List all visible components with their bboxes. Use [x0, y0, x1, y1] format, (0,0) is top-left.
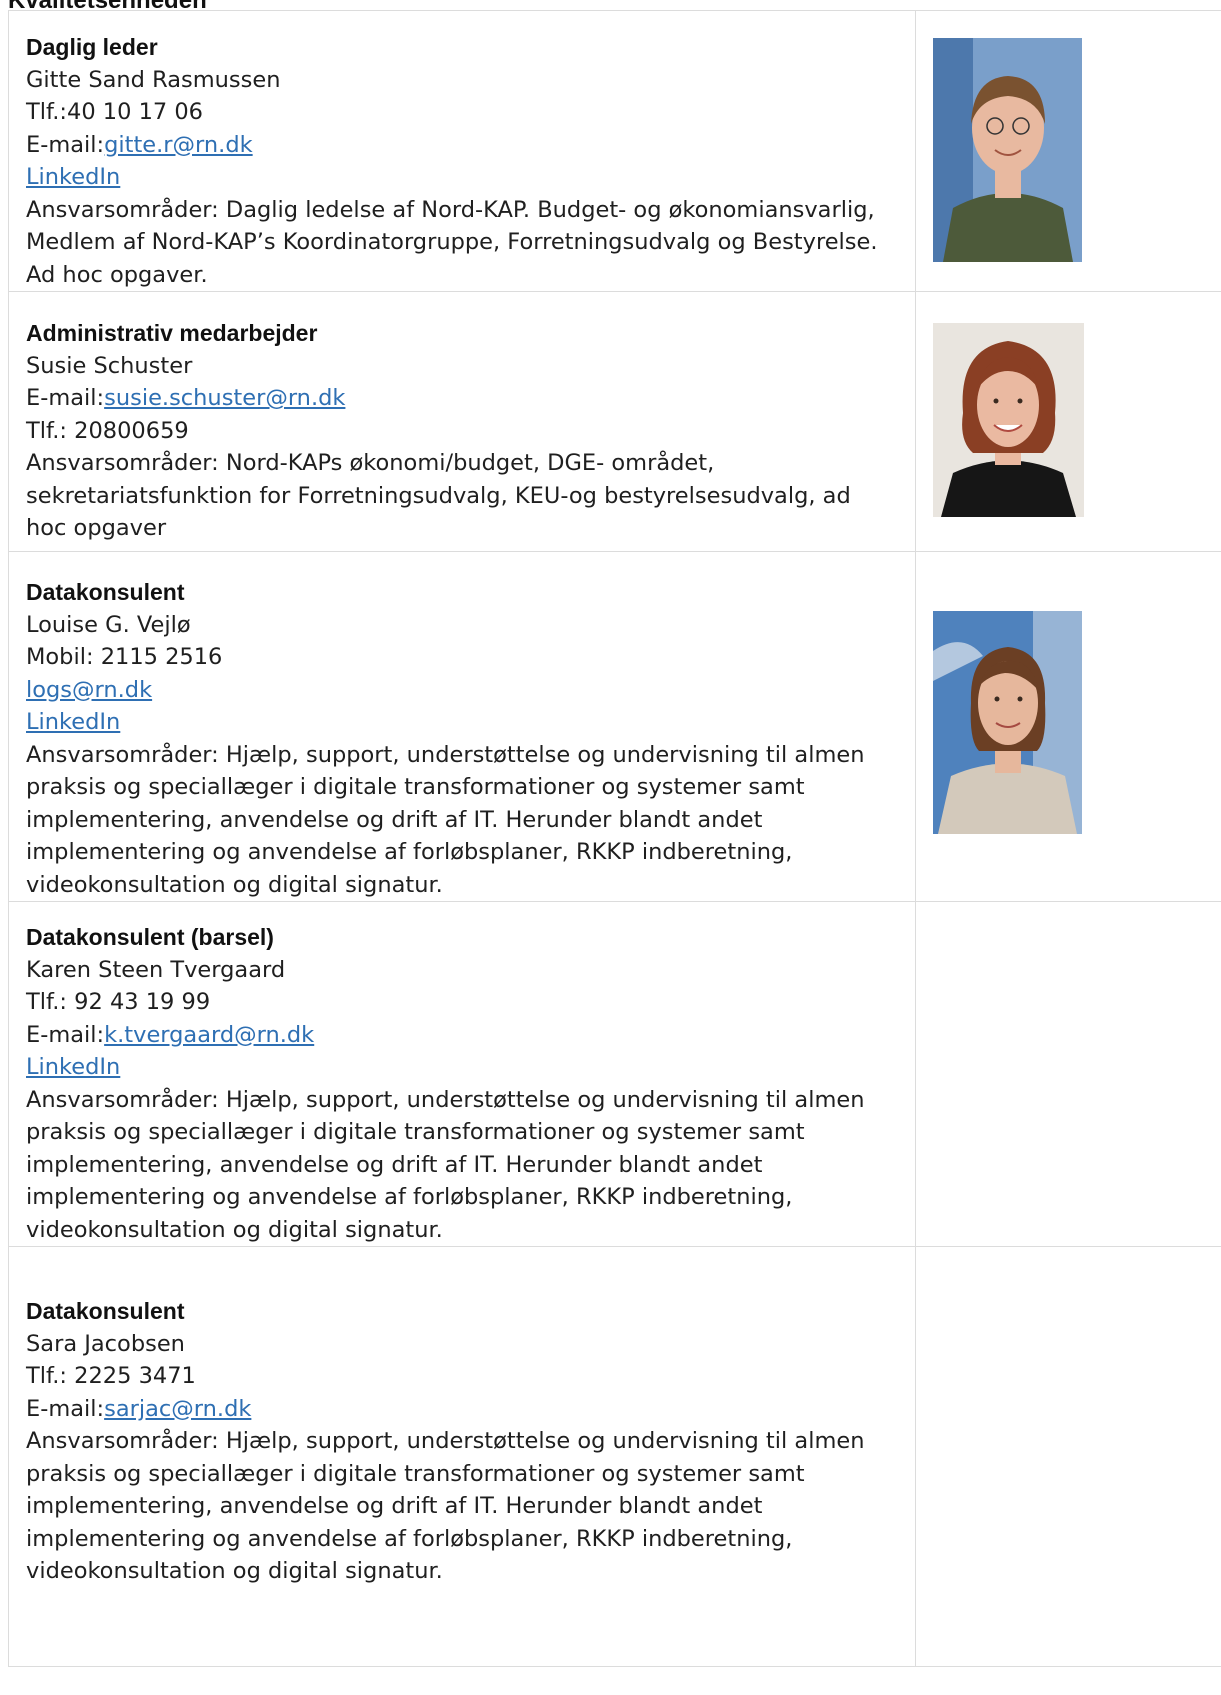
email-link[interactable]: susie.schuster@rn.dk	[104, 385, 345, 411]
linkedin-link[interactable]: LinkedIn	[26, 164, 120, 190]
phone-line: Tlf.:40 10 17 06	[26, 96, 895, 129]
linkedin-line: LinkedIn	[26, 161, 895, 194]
portrait-photo-icon	[933, 611, 1082, 834]
email-label: E-mail:	[26, 131, 105, 158]
staff-role: Administrativ medarbejder	[26, 320, 318, 346]
email-link[interactable]: logs@rn.dk	[26, 677, 152, 703]
staff-table: Daglig leder Gitte Sand Rasmussen Tlf.:4…	[8, 10, 1221, 1667]
phone-number: 20800659	[74, 417, 189, 444]
staff-role: Daglig leder	[26, 34, 158, 60]
email-line: E-mail:gitte.r@rn.dk	[26, 129, 895, 162]
table-row: Datakonsulent Louise G. Vejlø Mobil: 211…	[8, 551, 1221, 902]
portrait-photo-louise	[933, 611, 1082, 834]
portrait-photo-susie	[933, 323, 1084, 517]
staff-role: Datakonsulent (barsel)	[26, 924, 274, 950]
linkedin-line: LinkedIn	[26, 706, 895, 739]
phone-label: Tlf.:	[26, 1363, 75, 1389]
email-line: E-mail:k.tvergaard@rn.dk	[26, 1019, 895, 1052]
responsibilities-text: Ansvarsområder: Daglig ledelse af Nord-K…	[26, 196, 878, 288]
table-row: Datakonsulent Sara Jacobsen Tlf.: 2225 3…	[8, 1246, 1221, 1667]
staff-entry: Datakonsulent Louise G. Vejlø Mobil: 211…	[9, 552, 915, 901]
phone-label: Mobil:	[26, 644, 101, 670]
responsibilities-text: Ansvarsområder: Hjælp, support, understø…	[26, 1086, 865, 1243]
email-line: logs@rn.dk	[26, 674, 895, 707]
staff-text-cell: Datakonsulent (barsel) Karen Steen Tverg…	[8, 901, 916, 1247]
responsibilities-text: Ansvarsområder: Hjælp, support, understø…	[26, 741, 865, 898]
phone-label: Tlf.:	[26, 99, 68, 125]
staff-name: Gitte Sand Rasmussen	[26, 66, 281, 93]
phone-label: Tlf.:	[26, 417, 75, 444]
staff-photo-cell	[915, 901, 1221, 1247]
linkedin-line: LinkedIn	[26, 1051, 895, 1084]
phone-number: 40 10 17 06	[67, 99, 203, 125]
table-row: Administrativ medarbejder Susie Schuster…	[8, 291, 1221, 552]
staff-entry: Daglig leder Gitte Sand Rasmussen Tlf.:4…	[9, 11, 915, 291]
phone-label: Tlf.:	[26, 989, 75, 1015]
linkedin-link[interactable]: LinkedIn	[26, 709, 120, 735]
email-label: E-mail:	[26, 385, 105, 411]
email-line: E-mail:susie.schuster@rn.dk	[26, 382, 895, 415]
phone-line: Mobil: 2115 2516	[26, 641, 895, 674]
staff-text-cell: Datakonsulent Sara Jacobsen Tlf.: 2225 3…	[8, 1246, 916, 1667]
table-row: Daglig leder Gitte Sand Rasmussen Tlf.:4…	[8, 10, 1221, 292]
email-link[interactable]: gitte.r@rn.dk	[104, 132, 253, 158]
phone-number: 92 43 19 99	[74, 989, 211, 1015]
staff-role: Datakonsulent	[26, 1298, 185, 1324]
portrait-photo-icon	[933, 323, 1084, 517]
responsibilities-text: Ansvarsområder: Nord-KAPs økonomi/budget…	[26, 450, 851, 541]
staff-name: Susie Schuster	[26, 352, 193, 379]
staff-entry: Administrativ medarbejder Susie Schuster…	[9, 292, 915, 545]
email-link[interactable]: k.tvergaard@rn.dk	[104, 1022, 314, 1048]
staff-text-cell: Administrativ medarbejder Susie Schuster…	[8, 291, 916, 552]
phone-line: Tlf.: 20800659	[26, 415, 895, 448]
email-label: E-mail:	[26, 1021, 105, 1048]
linkedin-link[interactable]: LinkedIn	[26, 1054, 120, 1080]
staff-entry: Datakonsulent Sara Jacobsen Tlf.: 2225 3…	[9, 1247, 915, 1588]
phone-line: Tlf.: 92 43 19 99	[26, 986, 895, 1019]
responsibilities-text: Ansvarsområder: Hjælp, support, understø…	[26, 1428, 865, 1584]
email-link[interactable]: sarjac@rn.dk	[104, 1396, 251, 1422]
portrait-photo-gitte	[933, 38, 1082, 262]
staff-entry: Datakonsulent (barsel) Karen Steen Tverg…	[9, 902, 915, 1246]
staff-name: Louise G. Vejlø	[26, 611, 191, 638]
table-row: Datakonsulent (barsel) Karen Steen Tverg…	[8, 901, 1221, 1247]
phone-number: 2115 2516	[100, 644, 223, 670]
phone-line: Tlf.: 2225 3471	[26, 1360, 895, 1393]
staff-name: Karen Steen Tvergaard	[26, 956, 286, 983]
staff-name: Sara Jacobsen	[26, 1330, 185, 1357]
staff-photo-cell	[915, 551, 1221, 902]
staff-text-cell: Daglig leder Gitte Sand Rasmussen Tlf.:4…	[8, 10, 916, 292]
portrait-photo-icon	[933, 38, 1082, 262]
email-line: E-mail:sarjac@rn.dk	[26, 1393, 895, 1426]
staff-text-cell: Datakonsulent Louise G. Vejlø Mobil: 211…	[8, 551, 916, 902]
staff-photo-cell	[915, 10, 1221, 292]
email-label: E-mail:	[26, 1395, 105, 1422]
staff-photo-cell	[915, 1246, 1221, 1667]
staff-role: Datakonsulent	[26, 579, 185, 605]
phone-number: 2225 3471	[74, 1363, 196, 1389]
staff-photo-cell	[915, 291, 1221, 552]
